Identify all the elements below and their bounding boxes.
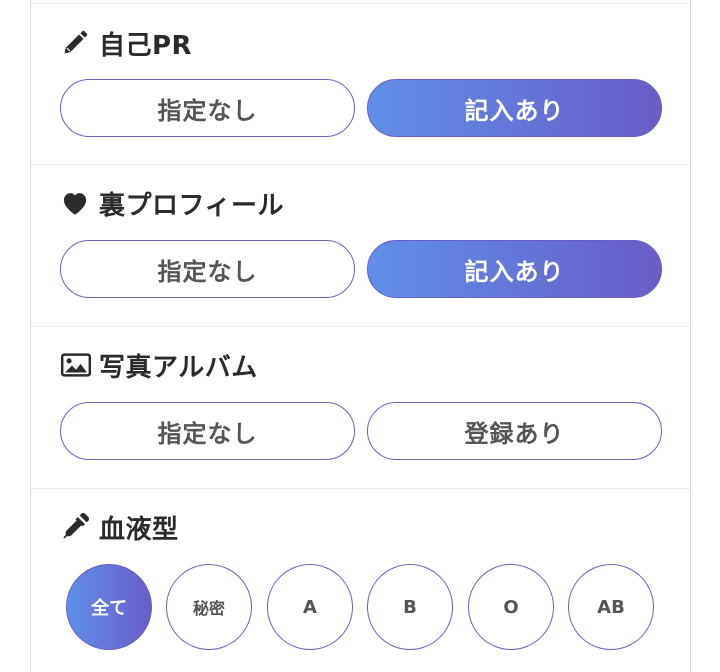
ura-profile-option-none-button[interactable]: 指定なし: [60, 240, 355, 298]
blood-type-o-button[interactable]: O: [468, 564, 554, 650]
section-self-pr: 自己PR 指定なし 記入あり: [31, 3, 690, 164]
self-pr-option-written-button[interactable]: 記入あり: [367, 79, 662, 137]
photo-album-option-none-button[interactable]: 指定なし: [60, 402, 355, 460]
blood-type-secret-button[interactable]: 秘密: [166, 564, 252, 650]
search-filter-panel: 自己PR 指定なし 記入あり 裏プロフィール 指定なし 記入あり 写真アルバム …: [30, 0, 691, 672]
section-title: 血液型: [99, 514, 179, 545]
section-title: 裏プロフィール: [99, 190, 284, 221]
photo-album-option-registered-button[interactable]: 登録あり: [367, 402, 662, 460]
blood-type-ab-button[interactable]: AB: [568, 564, 654, 650]
section-title: 自己PR: [99, 30, 193, 61]
section-photo-album: 写真アルバム 指定なし 登録あり: [31, 326, 690, 488]
section-header: 血液型: [61, 510, 179, 545]
ura-profile-option-written-button[interactable]: 記入あり: [367, 240, 662, 298]
section-header: 写真アルバム: [61, 348, 258, 383]
pencil-icon: [61, 28, 91, 58]
blood-type-a-button[interactable]: A: [267, 564, 353, 650]
heart-icon: [61, 188, 91, 218]
section-blood-type: 血液型 全て 秘密 A B O AB: [31, 488, 690, 672]
dropper-icon: [61, 512, 91, 542]
section-ura-profile: 裏プロフィール 指定なし 記入あり: [31, 164, 690, 326]
section-header: 裏プロフィール: [61, 186, 284, 221]
blood-type-b-button[interactable]: B: [367, 564, 453, 650]
section-title: 写真アルバム: [99, 352, 258, 383]
image-icon: [61, 350, 91, 380]
blood-type-all-button[interactable]: 全て: [66, 564, 152, 650]
self-pr-option-none-button[interactable]: 指定なし: [60, 79, 355, 137]
section-header: 自己PR: [61, 26, 193, 61]
